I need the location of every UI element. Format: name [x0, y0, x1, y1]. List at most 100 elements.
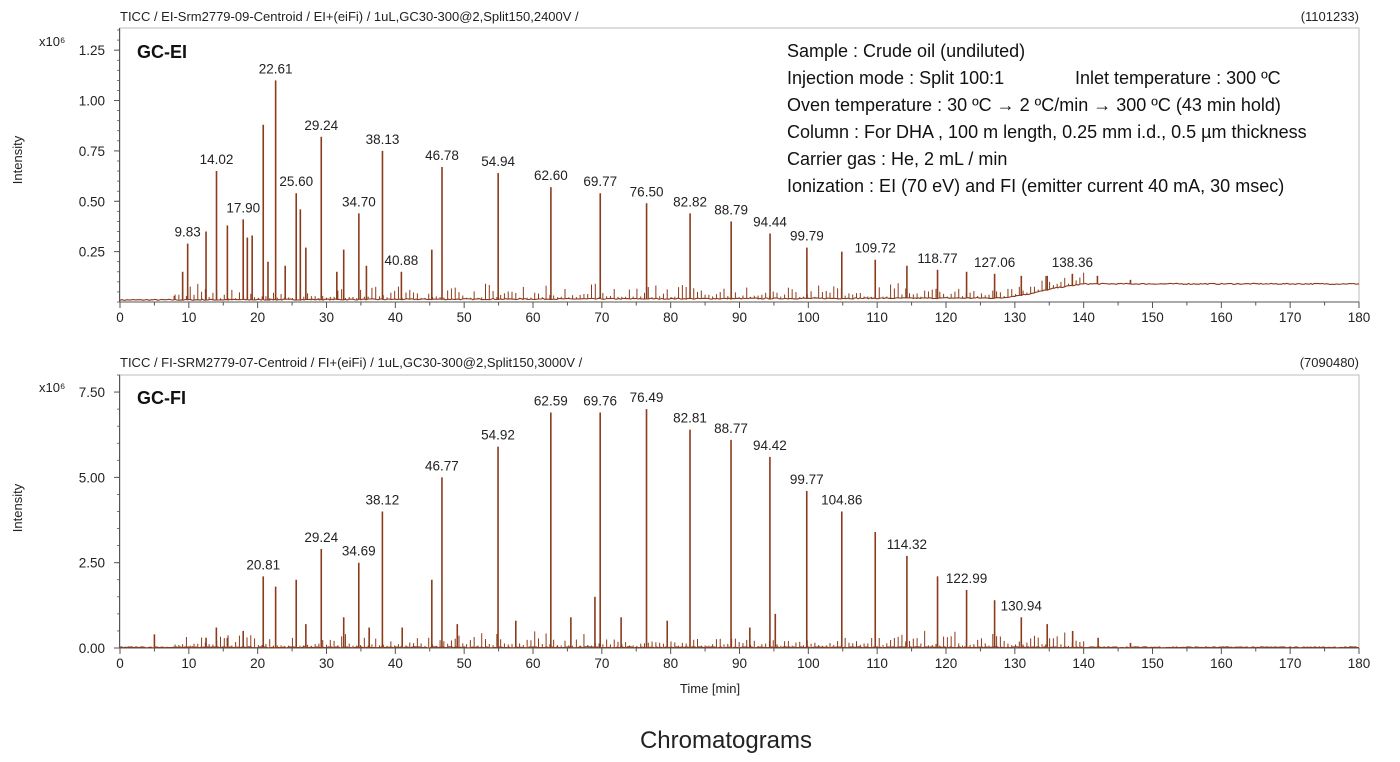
gc-ei-x-tick-label: 90	[732, 310, 747, 325]
gc-fi-peak-label: 122.99	[946, 571, 987, 586]
gc-fi-x-tick-label: 120	[935, 656, 958, 671]
gc-fi-peaks	[153, 409, 1132, 648]
fi-header-left: TICC / FI-SRM2779-07-Centroid / FI+(eiFi…	[120, 355, 583, 370]
info-inlet-temperature: Inlet temperature : 300 ºC	[1075, 68, 1281, 88]
figure: TICC / EI-Srm2779-09-Centroid / EI+(eiFi…	[0, 0, 1400, 762]
ei-y-axis-label: Intensity	[10, 135, 25, 184]
gc-ei-x-tick-label: 180	[1348, 310, 1371, 325]
gc-ei-minor-peaks	[174, 272, 1085, 300]
gc-fi-x-tick-label: 0	[116, 656, 124, 671]
fi-y-axis-label: Intensity	[10, 483, 25, 532]
gc-ei-x-tick-label: 140	[1072, 310, 1095, 325]
gc-fi-x-tick-label: 150	[1141, 656, 1164, 671]
gc-ei-peak-label: 25.60	[279, 174, 313, 189]
gc-ei-x-tick-label: 10	[181, 310, 196, 325]
fi-x-axis-label: Time [min]	[680, 681, 740, 696]
gc-ei-peak-label: 88.79	[714, 202, 748, 217]
gc-fi-x-tick-label: 60	[525, 656, 540, 671]
gc-fi-x-tick-label: 10	[181, 656, 196, 671]
gc-fi-peak-label: 62.59	[534, 394, 568, 409]
gc-fi-peak-label: 46.77	[425, 458, 459, 473]
gc-ei-x-tick-label: 60	[525, 310, 540, 325]
gc-fi-peak-label: 76.49	[630, 390, 664, 405]
gc-ei-peak-label: 46.78	[425, 148, 459, 163]
gc-ei-peak-label: 14.02	[200, 152, 234, 167]
figure-caption: Chromatograms	[640, 727, 812, 754]
gc-ei-peak-label: 94.44	[753, 215, 787, 230]
gc-fi-peak-label: 88.77	[714, 421, 748, 436]
gc-fi-plot: 0 10 20 30 40 50 60 70 80 90 100 110 120 130 140 150 160…	[79, 374, 1371, 671]
gc-ei-peak-label: 9.83	[175, 225, 201, 240]
ei-info-box: Sample : Crude oil (undiluted) Injection…	[787, 41, 1307, 196]
gc-ei-x-tick-label: 150	[1141, 310, 1164, 325]
ei-scale-label: x10⁶	[39, 34, 65, 49]
gc-ei-y-tick-label: 0.25	[79, 245, 105, 260]
gc-ei-peak-label: 118.77	[917, 251, 957, 266]
gc-fi-peak-label: 130.94	[1001, 598, 1043, 613]
info-injection-mode: Injection mode : Split 100:1	[787, 68, 1004, 88]
gc-fi-peak-label: 104.86	[821, 493, 862, 508]
gc-ei-x-tick-label: 130	[1004, 310, 1027, 325]
gc-ei-x-tick-label: 120	[935, 310, 958, 325]
gc-fi-x-tick-label: 180	[1348, 656, 1371, 671]
gc-ei-x-tick-label: 100	[797, 310, 820, 325]
gc-fi-x-tick-label: 80	[663, 656, 678, 671]
gc-fi-peak-label: 34.69	[342, 544, 376, 559]
gc-fi-x-tick-label: 20	[250, 656, 265, 671]
gc-ei-x-tick-label: 0	[116, 310, 124, 325]
gc-ei-x-tick-label: 40	[388, 310, 403, 325]
info-sample: Sample : Crude oil (undiluted)	[787, 41, 1025, 61]
chromatogram-figure: TICC / EI-Srm2779-09-Centroid / EI+(eiFi…	[10, 9, 1371, 754]
gc-ei-peak-label: 40.88	[384, 253, 418, 268]
gc-fi-y-tick-label: 7.50	[79, 385, 105, 400]
gc-fi-x-tick-label: 160	[1210, 656, 1233, 671]
gc-ei-x-tick-label: 50	[457, 310, 472, 325]
gc-ei-y-tick-label: 1.25	[79, 43, 105, 58]
gc-ei-x-tick-label: 110	[866, 310, 888, 325]
gc-ei-x-tick-label: 170	[1279, 310, 1302, 325]
gc-ei-peak-label: 82.82	[673, 194, 707, 209]
gc-ei-peak-label: 29.24	[304, 118, 338, 133]
fi-scale-label: x10⁶	[39, 380, 65, 395]
ei-panel-name: GC-EI	[137, 42, 187, 62]
info-oven-temperature: Oven temperature : 30 ºC → 2 ºC/min → 30…	[787, 95, 1281, 115]
gc-fi-x-tick-label: 130	[1004, 656, 1027, 671]
gc-fi-peak-label: 69.76	[583, 394, 617, 409]
info-ionization: Ionization : EI (70 eV) and FI (emitter …	[787, 176, 1284, 196]
gc-ei-x-tick-label: 70	[594, 310, 609, 325]
info-carrier-gas: Carrier gas : He, 2 mL / min	[787, 149, 1007, 169]
gc-ei-peak-label: 69.77	[583, 174, 617, 189]
gc-fi-peak-label: 29.24	[304, 530, 338, 545]
gc-ei-x-tick-label: 30	[319, 310, 334, 325]
ei-header-right: (1101233)	[1301, 9, 1359, 24]
gc-fi-peak-label: 82.81	[673, 411, 707, 426]
gc-fi-plot-frame	[119, 374, 1360, 649]
gc-ei-peak-label: 22.61	[259, 61, 293, 76]
gc-ei-peak-label: 138.36	[1052, 255, 1093, 270]
gc-fi-x-tick-label: 40	[388, 656, 403, 671]
gc-ei-peak-label: 54.94	[481, 154, 515, 169]
gc-fi-peak-label: 114.32	[887, 537, 927, 552]
gc-fi-peak-label: 38.12	[365, 493, 399, 508]
gc-ei-x-tick-label: 160	[1210, 310, 1233, 325]
gc-ei-peak-label: 38.13	[366, 132, 400, 147]
gc-ei-peak-label: 17.90	[226, 200, 260, 215]
gc-fi-peak-label: 54.92	[481, 428, 515, 443]
gc-fi-x-tick-label: 140	[1072, 656, 1095, 671]
gc-fi-y-tick-label: 0.00	[79, 641, 105, 656]
gc-ei-peak-label: 62.60	[534, 168, 568, 183]
gc-fi-x-tick-label: 70	[594, 656, 609, 671]
gc-ei-y-tick-label: 0.50	[79, 194, 105, 209]
gc-ei-peak-label: 127.06	[974, 255, 1015, 270]
gc-fi-peak-label: 99.77	[790, 472, 824, 487]
gc-fi-peak-label: 94.42	[753, 438, 787, 453]
gc-fi-x-tick-label: 30	[319, 656, 334, 671]
gc-fi-peak-label: 20.81	[246, 557, 280, 572]
gc-ei-x-tick-label: 80	[663, 310, 678, 325]
gc-fi-x-tick-label: 50	[457, 656, 472, 671]
gc-fi-y-tick-label: 5.00	[79, 470, 105, 485]
ei-header-left: TICC / EI-Srm2779-09-Centroid / EI+(eiFi…	[120, 9, 579, 24]
fi-panel-name: GC-FI	[137, 388, 186, 408]
gc-ei-y-tick-label: 0.75	[79, 144, 105, 159]
gc-ei-peak-label: 109.72	[855, 241, 896, 256]
